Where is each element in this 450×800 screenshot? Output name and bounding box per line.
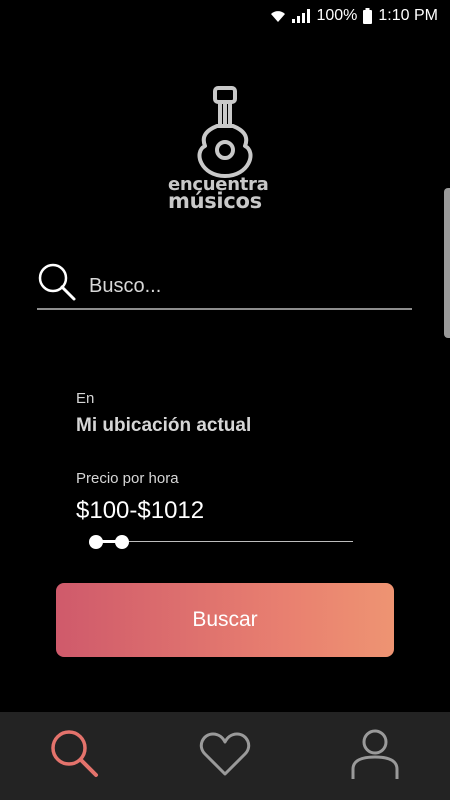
- price-slider-max-thumb[interactable]: [114, 535, 129, 549]
- logo-line-2: músicos: [168, 189, 262, 213]
- price-slider-min-thumb[interactable]: [89, 535, 103, 549]
- nav-item-profile[interactable]: [300, 712, 450, 800]
- signal-icon: [292, 9, 311, 23]
- search-icon: [48, 727, 102, 786]
- bottom-nav: [0, 712, 450, 800]
- search-button[interactable]: Buscar: [56, 583, 394, 657]
- nav-item-favorites[interactable]: [150, 712, 300, 800]
- price-range-value: $100-$1012: [76, 497, 205, 524]
- location-label: En: [76, 390, 95, 407]
- side-drawer-handle[interactable]: [444, 188, 450, 338]
- nav-item-search[interactable]: [0, 712, 150, 800]
- search-button-label: Buscar: [192, 608, 258, 631]
- status-bar: 100% 1:10 PM: [0, 0, 450, 32]
- logo-wordmark: encuentra músicos: [168, 176, 288, 213]
- search-icon: [37, 262, 77, 307]
- person-icon: [349, 727, 401, 786]
- search-input[interactable]: [87, 268, 411, 304]
- search-bar[interactable]: [37, 262, 412, 310]
- clock: 1:10 PM: [378, 7, 438, 24]
- heart-icon: [199, 730, 251, 783]
- price-label: Precio por hora: [76, 470, 179, 487]
- price-slider-track[interactable]: [96, 541, 353, 542]
- battery-icon: [363, 8, 373, 24]
- location-selector[interactable]: Mi ubicación actual: [76, 415, 251, 437]
- wifi-icon: [270, 9, 286, 23]
- battery-percent: 100%: [316, 7, 358, 24]
